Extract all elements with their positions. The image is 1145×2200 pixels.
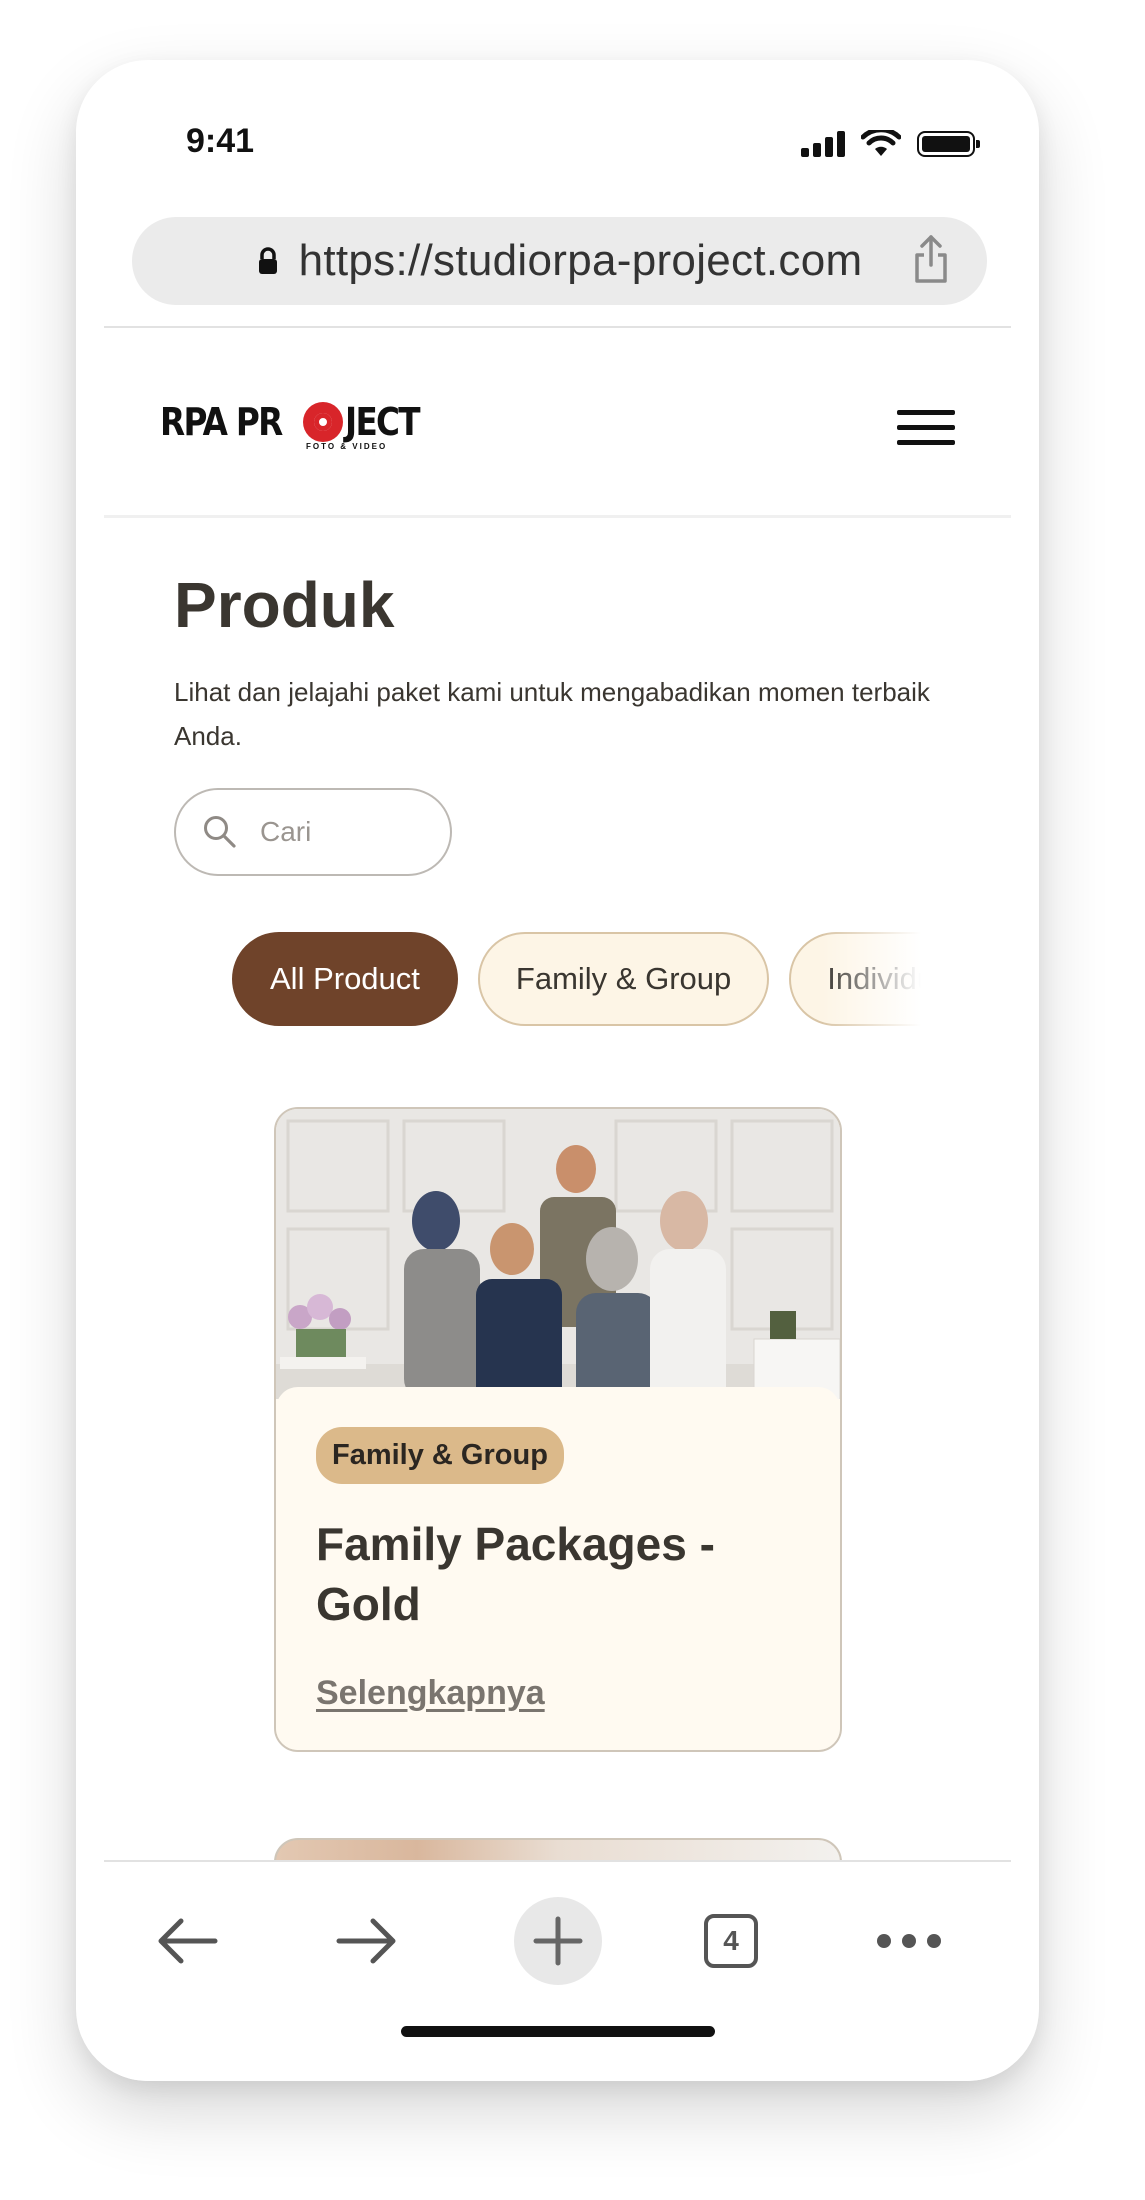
tabs-count-icon: 4 [704,1914,758,1968]
filter-chip-all-product[interactable]: All Product [232,932,458,1026]
cellular-signal-icon [801,131,845,157]
filter-chip-family-group[interactable]: Family & Group [477,932,770,1026]
category-badge: Family & Group [316,1427,564,1484]
hamburger-menu-icon[interactable] [897,410,955,446]
tabs-button[interactable]: 4 [686,1896,776,1986]
home-indicator [401,2026,715,2037]
logo-text-right: JECT [345,400,421,444]
rpa-project-logo[interactable]: RPA PR JECT FOTO & VIDEO [160,400,431,451]
page-description: Lihat dan jelajahi paket kami untuk meng… [174,677,930,751]
search-placeholder: Cari [260,816,312,847]
back-arrow-icon[interactable] [142,1896,232,1986]
logo-lens-icon [303,402,344,442]
logo-text-left: RPA PR [160,400,283,444]
filter-chip-individu[interactable]: Individu [789,932,932,1026]
logo-subtitle: FOTO & VIDEO [306,442,388,451]
category-filters: All Product Family & Group Individu [232,932,932,1028]
wifi-icon [861,130,901,156]
see-more-link[interactable]: Selengkapnya [316,1674,545,1713]
product-card[interactable]: Family & Group Family Packages - Gold Se… [274,1107,842,1752]
page-title: Produk [174,569,395,641]
search-icon [204,816,236,848]
forward-arrow-icon[interactable] [322,1896,412,1986]
product-photo [276,1109,840,1399]
status-icons [801,130,980,158]
battery-icon [917,131,980,157]
status-time: 9:41 [186,122,255,160]
url-text: https://studiorpa-project.com [298,236,863,285]
site-header: RPA PR JECT FOTO & VIDEO [104,328,1011,518]
family-photo-illustration [276,1109,840,1399]
new-tab-plus-icon[interactable] [514,1897,602,1985]
search-input[interactable]: Cari [174,788,452,876]
phone-frame: 9:41 https://studiorpa-project.com RPA P… [76,60,1039,2081]
product-card-body: Family & Group Family Packages - Gold Se… [276,1387,840,1750]
product-title: Family Packages - Gold [316,1518,715,1630]
more-options-icon[interactable] [864,1896,954,1986]
browser-toolbar: 4 [104,1860,1011,2081]
address-bar[interactable]: https://studiorpa-project.com [132,217,987,305]
lock-icon [258,247,277,274]
share-icon[interactable] [911,233,951,285]
